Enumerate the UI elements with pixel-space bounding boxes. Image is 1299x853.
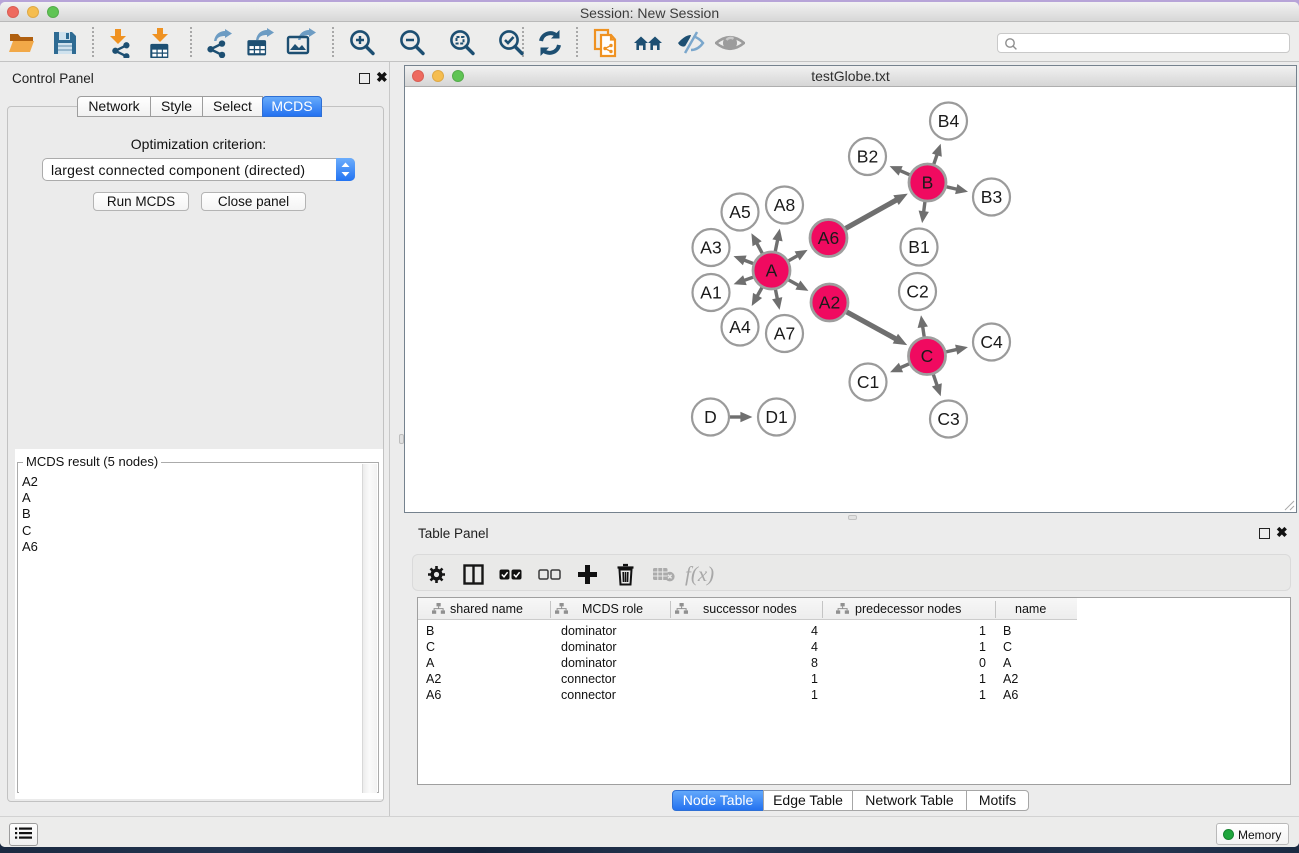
svg-text:A8: A8 — [774, 195, 795, 215]
svg-text:C1: C1 — [857, 372, 879, 392]
svg-text:B1: B1 — [908, 237, 929, 257]
svg-text:D: D — [704, 407, 717, 427]
svg-text:A5: A5 — [729, 202, 750, 222]
svg-text:A: A — [766, 261, 778, 281]
svg-text:B: B — [922, 173, 934, 193]
svg-text:B3: B3 — [981, 187, 1002, 207]
svg-text:C3: C3 — [937, 409, 959, 429]
svg-text:A3: A3 — [700, 238, 721, 258]
svg-text:A1: A1 — [700, 283, 721, 303]
svg-text:C4: C4 — [980, 332, 1003, 352]
svg-text:A6: A6 — [818, 228, 839, 248]
svg-text:D1: D1 — [765, 407, 787, 427]
svg-text:A2: A2 — [819, 293, 840, 313]
svg-text:A4: A4 — [729, 317, 751, 337]
svg-text:C2: C2 — [906, 282, 928, 302]
svg-text:B4: B4 — [938, 111, 960, 131]
svg-text:B2: B2 — [857, 147, 878, 167]
svg-text:C: C — [921, 346, 934, 366]
svg-text:A7: A7 — [774, 324, 795, 344]
